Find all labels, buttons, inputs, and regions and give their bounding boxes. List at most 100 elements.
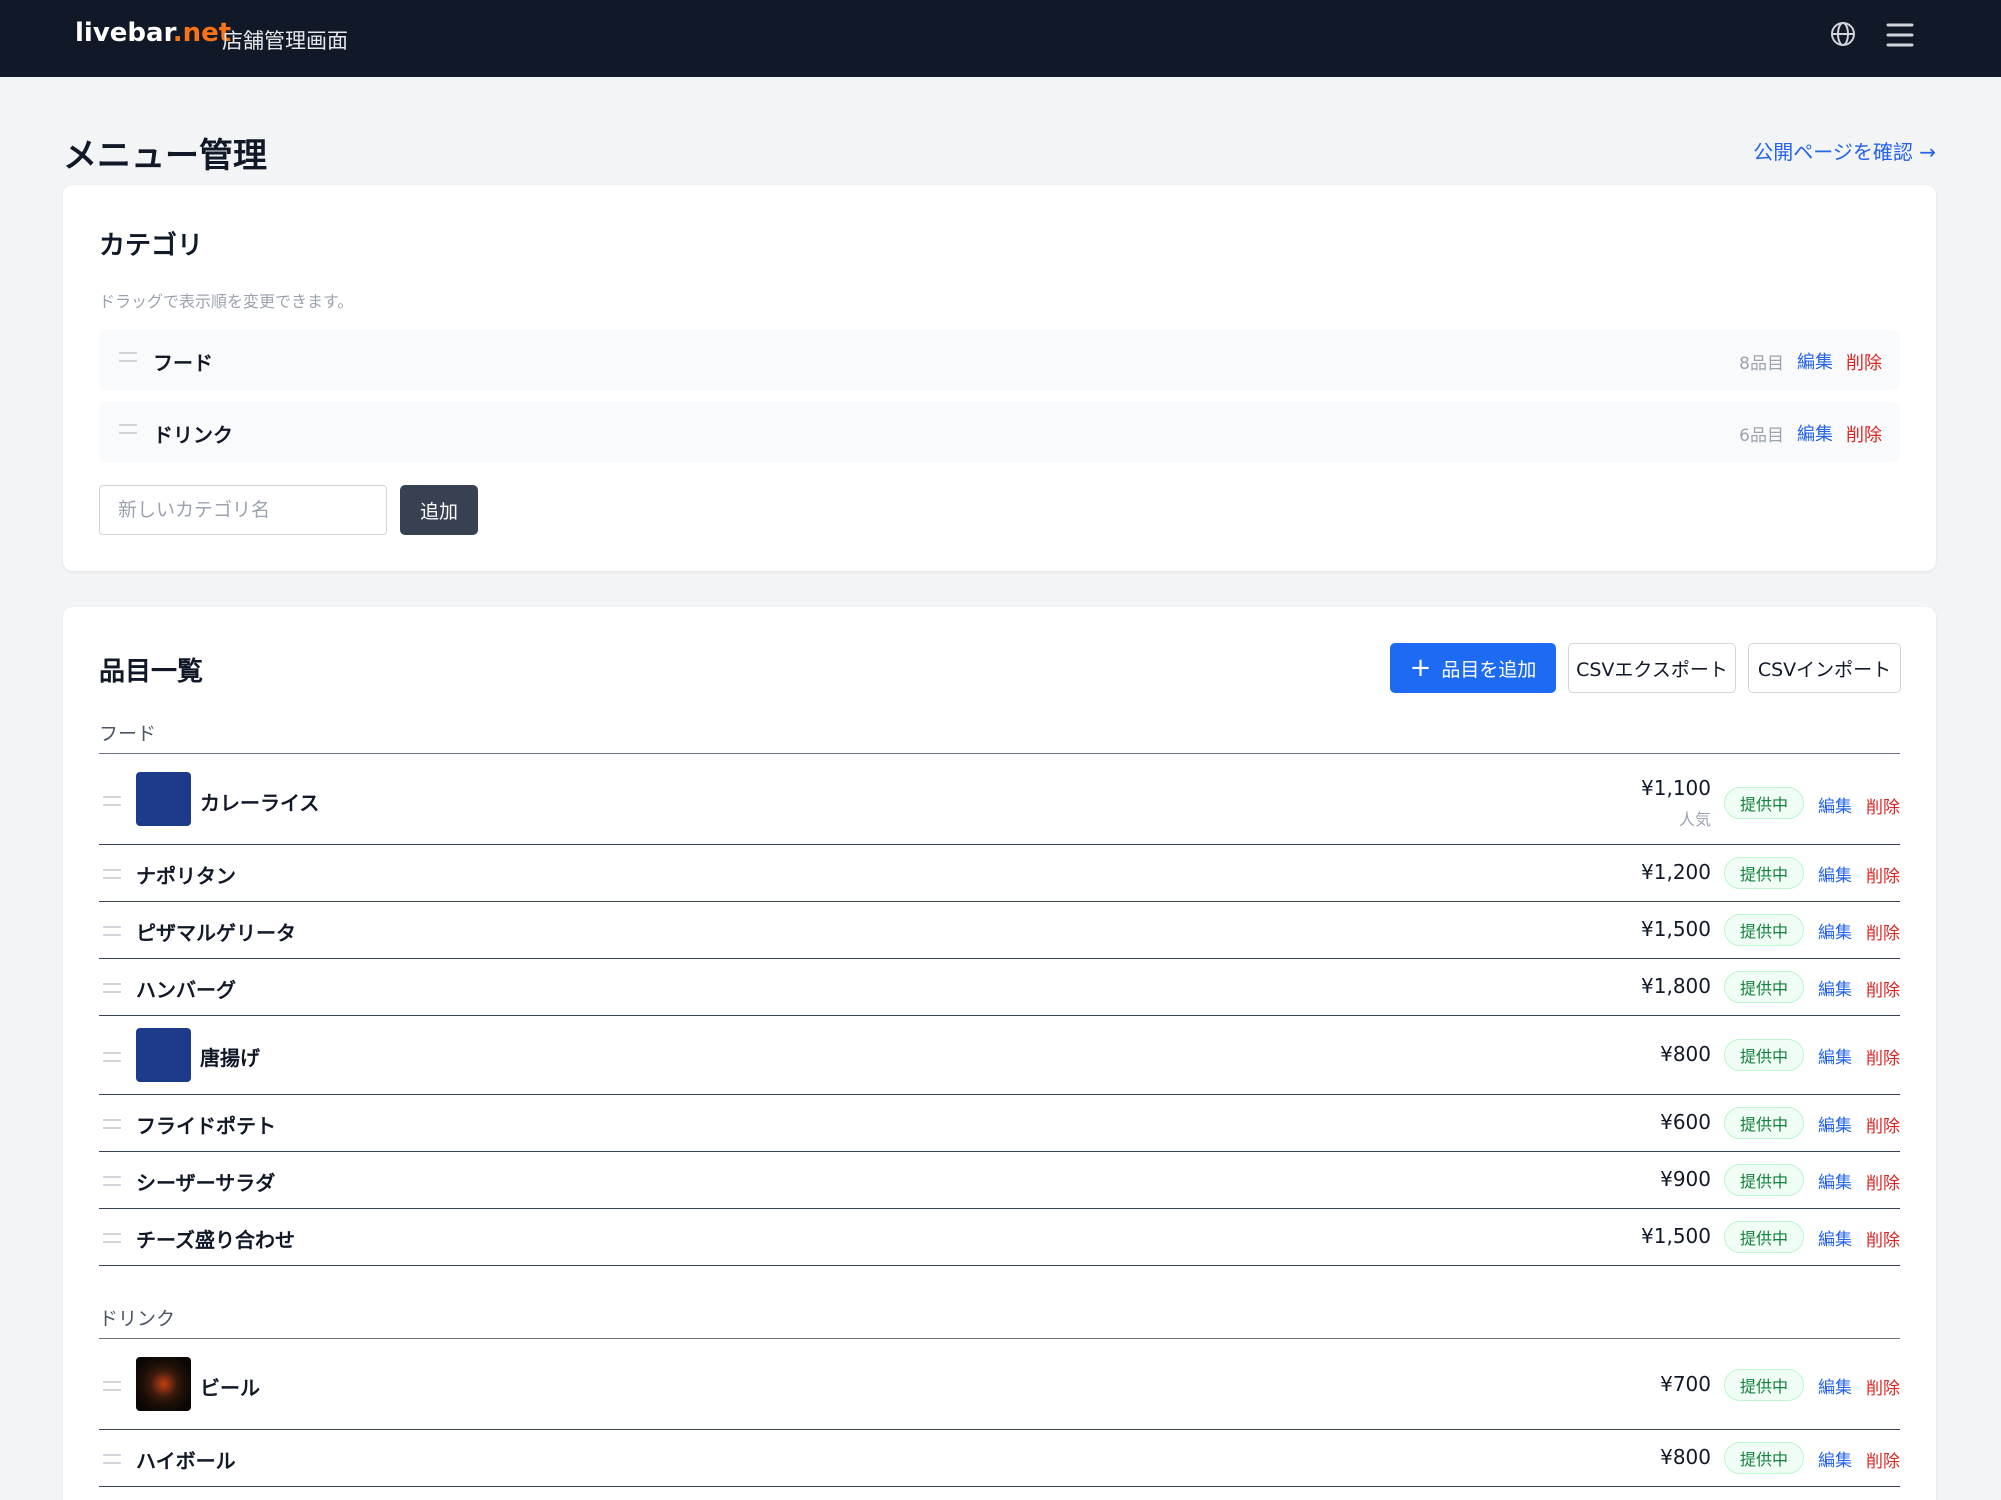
item-edit-link[interactable]: 編集: [1818, 1446, 1852, 1471]
item-price: ¥700: [1660, 1372, 1711, 1396]
category-row[interactable]: フード 8品目 編集 削除: [99, 330, 1900, 390]
item-row[interactable]: ピザマルゲリータ ¥1,500 提供中 編集 削除: [99, 902, 1900, 959]
items-heading: 品目一覧: [99, 657, 204, 687]
item-name: ハイボール: [136, 1449, 236, 1473]
menu-icon[interactable]: [1884, 20, 1916, 50]
item-row[interactable]: ビール ¥700 提供中 編集 削除: [99, 1339, 1900, 1430]
new-category-input[interactable]: [99, 485, 387, 535]
item-edit-link[interactable]: 編集: [1818, 792, 1852, 817]
item-edit-link[interactable]: 編集: [1818, 861, 1852, 886]
item-edit-link[interactable]: 編集: [1818, 1168, 1852, 1193]
category-edit-link[interactable]: 編集: [1797, 420, 1833, 446]
item-delete-link[interactable]: 削除: [1866, 976, 1900, 1001]
item-price: ¥1,100: [1641, 776, 1711, 800]
drag-handle-icon[interactable]: [103, 869, 121, 879]
category-delete-link[interactable]: 削除: [1846, 349, 1882, 375]
category-item-count: 6品目: [1739, 426, 1784, 446]
category-delete-link[interactable]: 削除: [1846, 421, 1882, 447]
item-delete-link[interactable]: 削除: [1866, 862, 1900, 887]
item-price: ¥900: [1660, 1167, 1711, 1191]
item-name: シーザーサラダ: [136, 1171, 276, 1195]
drag-handle-icon[interactable]: [119, 424, 137, 434]
item-thumbnail: [136, 1357, 191, 1411]
item-row[interactable]: チーズ盛り合わせ ¥1,500 提供中 編集 削除: [99, 1209, 1900, 1266]
item-name: ピザマルゲリータ: [136, 921, 296, 945]
group-label-food: フード: [99, 723, 157, 745]
admin-subtitle: 店舗管理画面: [222, 29, 348, 53]
drag-handle-icon[interactable]: [103, 983, 121, 993]
item-row[interactable]: シーザーサラダ ¥900 提供中 編集 削除: [99, 1152, 1900, 1209]
drag-handle-icon[interactable]: [103, 1176, 121, 1186]
item-price: ¥800: [1660, 1042, 1711, 1066]
category-name: フード: [153, 351, 213, 375]
drag-handle-icon[interactable]: [103, 1052, 121, 1062]
add-item-label: 品目を追加: [1441, 658, 1537, 681]
csv-export-button[interactable]: CSVエクスポート: [1568, 643, 1736, 693]
item-name: ビール: [200, 1376, 260, 1400]
add-item-button[interactable]: + 品目を追加: [1390, 643, 1556, 693]
brand-logo[interactable]: livebar.net: [75, 18, 231, 48]
item-name: 唐揚げ: [200, 1046, 260, 1070]
item-thumbnail: [136, 772, 191, 826]
item-name: ナポリタン: [136, 864, 236, 888]
item-price: ¥800: [1660, 1445, 1711, 1469]
item-row[interactable]: ナポリタン ¥1,200 提供中 編集 削除: [99, 845, 1900, 902]
item-row[interactable]: カレーライス ¥1,100 人気 提供中 編集 削除: [99, 754, 1900, 845]
public-page-link[interactable]: 公開ページを確認 →: [1753, 136, 1936, 165]
item-edit-link[interactable]: 編集: [1818, 1225, 1852, 1250]
item-delete-link[interactable]: 削除: [1866, 919, 1900, 944]
item-name: ハンバーグ: [136, 978, 236, 1002]
status-badge: 提供中: [1724, 1107, 1804, 1139]
status-badge: 提供中: [1724, 914, 1804, 946]
item-delete-link[interactable]: 削除: [1866, 1112, 1900, 1137]
csv-import-button[interactable]: CSVインポート: [1748, 643, 1901, 693]
item-row[interactable]: フライドポテト ¥600 提供中 編集 削除: [99, 1095, 1900, 1152]
group-label-drink: ドリンク: [99, 1308, 176, 1330]
item-price: ¥1,200: [1641, 860, 1711, 884]
item-row[interactable]: ハンバーグ ¥1,800 提供中 編集 削除: [99, 959, 1900, 1016]
page-title: メニュー管理: [63, 136, 267, 176]
item-edit-link[interactable]: 編集: [1818, 1111, 1852, 1136]
drag-handle-icon[interactable]: [119, 352, 137, 362]
item-delete-link[interactable]: 削除: [1866, 1447, 1900, 1472]
category-edit-link[interactable]: 編集: [1797, 348, 1833, 374]
item-edit-link[interactable]: 編集: [1818, 975, 1852, 1000]
category-row[interactable]: ドリンク 6品目 編集 削除: [99, 402, 1900, 462]
status-badge: 提供中: [1724, 1221, 1804, 1253]
item-price: ¥600: [1660, 1110, 1711, 1134]
item-name: フライドポテト: [136, 1114, 276, 1138]
item-edit-link[interactable]: 編集: [1818, 1043, 1852, 1068]
drag-handle-icon[interactable]: [103, 1119, 121, 1129]
add-category-button[interactable]: 追加: [400, 485, 478, 535]
item-delete-link[interactable]: 削除: [1866, 1374, 1900, 1399]
status-badge: 提供中: [1724, 1164, 1804, 1196]
item-name: カレーライス: [200, 791, 320, 815]
item-price: ¥1,500: [1641, 917, 1711, 941]
item-delete-link[interactable]: 削除: [1866, 1044, 1900, 1069]
drag-handle-icon[interactable]: [103, 1381, 121, 1391]
category-name: ドリンク: [153, 423, 233, 447]
drag-handle-icon[interactable]: [103, 1454, 121, 1464]
category-item-count: 8品目: [1739, 354, 1784, 374]
item-delete-link[interactable]: 削除: [1866, 1169, 1900, 1194]
top-navbar: livebar.net 店舗管理画面: [0, 0, 2001, 77]
drag-handle-icon[interactable]: [103, 1233, 121, 1243]
item-popular-tag: 人気: [1678, 810, 1711, 829]
drag-handle-icon[interactable]: [103, 926, 121, 936]
globe-icon[interactable]: [1829, 20, 1857, 48]
item-row[interactable]: ハイボール ¥800 提供中 編集 削除: [99, 1430, 1900, 1487]
status-badge: 提供中: [1724, 1039, 1804, 1071]
item-edit-link[interactable]: 編集: [1818, 1373, 1852, 1398]
item-edit-link[interactable]: 編集: [1818, 918, 1852, 943]
status-badge: 提供中: [1724, 1369, 1804, 1401]
category-card: カテゴリ ドラッグで表示順を変更できます。 フード 8品目 編集 削除 ドリンク…: [63, 185, 1936, 571]
category-heading: カテゴリ: [99, 231, 204, 261]
item-price: ¥1,800: [1641, 974, 1711, 998]
item-price: ¥1,500: [1641, 1224, 1711, 1248]
item-delete-link[interactable]: 削除: [1866, 793, 1900, 818]
items-card: 品目一覧 + 品目を追加 CSVエクスポート CSVインポート フード カレーラ…: [63, 607, 1936, 1500]
drag-handle-icon[interactable]: [103, 796, 121, 806]
item-name: チーズ盛り合わせ: [136, 1228, 295, 1252]
item-row[interactable]: 唐揚げ ¥800 提供中 編集 削除: [99, 1016, 1900, 1095]
item-delete-link[interactable]: 削除: [1866, 1226, 1900, 1251]
